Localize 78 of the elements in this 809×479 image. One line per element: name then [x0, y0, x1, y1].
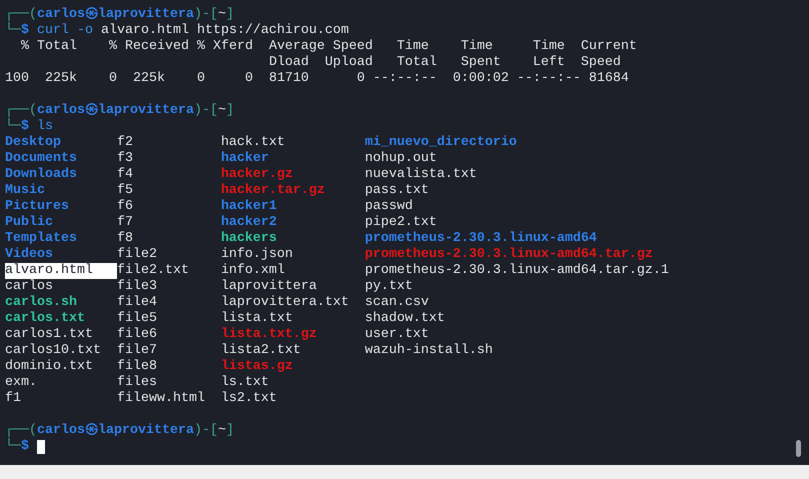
- file-name: prometheus-2.30.3.linux-amd64.tar.gz.1: [364, 263, 669, 279]
- file-name: hacker.gz: [220, 167, 293, 183]
- file-name: passwd: [364, 199, 413, 215]
- file-name: f4: [116, 167, 133, 183]
- directory-name: Pictures: [5, 199, 69, 215]
- file-name: pipe2.txt: [364, 215, 437, 231]
- file-name: lista.txt.gz: [220, 327, 317, 343]
- file-name: f1: [5, 391, 21, 407]
- directory-name: prometheus-2.30.3.linux-amd64: [364, 231, 597, 247]
- file-name: hackers: [220, 231, 277, 247]
- scrollbar-thumb[interactable]: [796, 440, 801, 457]
- file-name: file8: [116, 359, 157, 375]
- prompt-symbol: └─$: [5, 119, 29, 135]
- file-name: laprovittera: [220, 279, 317, 295]
- directory-name: Documents: [5, 151, 77, 167]
- file-name: nuevalista.txt: [364, 167, 477, 183]
- directory-name: hacker2: [220, 215, 277, 231]
- file-name: dominio.txt: [5, 359, 93, 375]
- file-name: lista.txt: [220, 311, 293, 327]
- file-name: hacker.tar.gz: [220, 183, 325, 199]
- file-name: fileww.html: [116, 391, 205, 407]
- file-name: wazuh-install.sh: [364, 343, 493, 359]
- directory-name: Videos: [5, 247, 53, 263]
- directory-name: hacker1: [220, 199, 277, 215]
- file-name: pass.txt: [364, 183, 429, 199]
- command-arguments: alvaro.html https://achirou.com: [100, 23, 349, 39]
- file-name: user.txt: [364, 327, 429, 343]
- file-name: file5: [116, 311, 157, 327]
- prompt-line: ┌──(carlos㉿laprovittera)-[~]: [5, 423, 234, 438]
- file-name: carlos10.txt: [5, 343, 101, 359]
- file-name: f2: [116, 135, 133, 151]
- file-name: laprovittera.txt: [220, 295, 349, 311]
- command-text: curl -o: [36, 23, 93, 39]
- file-name: nohup.out: [364, 151, 437, 167]
- command-text: ls: [36, 119, 53, 135]
- directory-name: hacker: [220, 151, 269, 167]
- file-name: files: [116, 375, 157, 391]
- file-name: shadow.txt: [364, 311, 445, 327]
- file-name: info.xml: [220, 263, 285, 279]
- file-name: f8: [116, 231, 133, 247]
- directory-name: Desktop: [5, 135, 61, 151]
- file-name: file6: [116, 327, 157, 343]
- directory-name: Downloads: [5, 167, 77, 183]
- file-name: f3: [116, 151, 133, 167]
- file-name: carlos: [5, 279, 53, 295]
- output-line: % Total % Received % Xferd Average Speed Time Time Time Current: [20, 39, 637, 55]
- prompt-line: ┌──(carlos㉿laprovittera)-[~]: [5, 7, 234, 22]
- file-name: file2.txt: [116, 263, 189, 279]
- file-name: file2: [116, 247, 157, 263]
- file-name: lista2.txt: [220, 343, 301, 359]
- directory-name: Templates: [5, 231, 77, 247]
- prompt-symbol: └─$: [5, 439, 29, 455]
- file-name: ls.txt: [220, 375, 269, 391]
- file-name: ls2.txt: [220, 391, 277, 407]
- directory-name: mi_nuevo_directorio: [364, 135, 517, 151]
- file-name: py.txt: [364, 279, 413, 295]
- directory-name: Music: [5, 183, 45, 199]
- file-name: info.json: [220, 247, 293, 263]
- output-line: Dload Upload Total Spent Left Speed: [268, 55, 621, 71]
- directory-name: Public: [5, 215, 53, 231]
- prompt-symbol: └─$: [5, 23, 29, 39]
- prompt-line: ┌──(carlos㉿laprovittera)-[~]: [5, 103, 234, 118]
- file-name: carlos.txt: [5, 311, 85, 327]
- file-name: prometheus-2.30.3.linux-amd64.tar.gz: [364, 247, 653, 263]
- file-name: file7: [116, 343, 157, 359]
- file-name: f5: [116, 183, 133, 199]
- file-name: alvaro.html: [5, 263, 117, 279]
- file-name: scan.csv: [364, 295, 429, 311]
- file-name: carlos.sh: [5, 295, 77, 311]
- file-name: hack.txt: [220, 135, 285, 151]
- output-line: 100 225k 0 225k 0 0 81710 0 --:--:-- 0:00:02 --:--:-- 81684: [5, 71, 629, 87]
- file-name: file3: [116, 279, 157, 295]
- file-name: carlos1.txt: [5, 327, 93, 343]
- file-name: f7: [116, 215, 133, 231]
- file-name: exm.: [5, 375, 37, 391]
- file-name: f6: [116, 199, 133, 215]
- file-name: listas.gz: [220, 359, 293, 375]
- file-name: file4: [116, 295, 157, 311]
